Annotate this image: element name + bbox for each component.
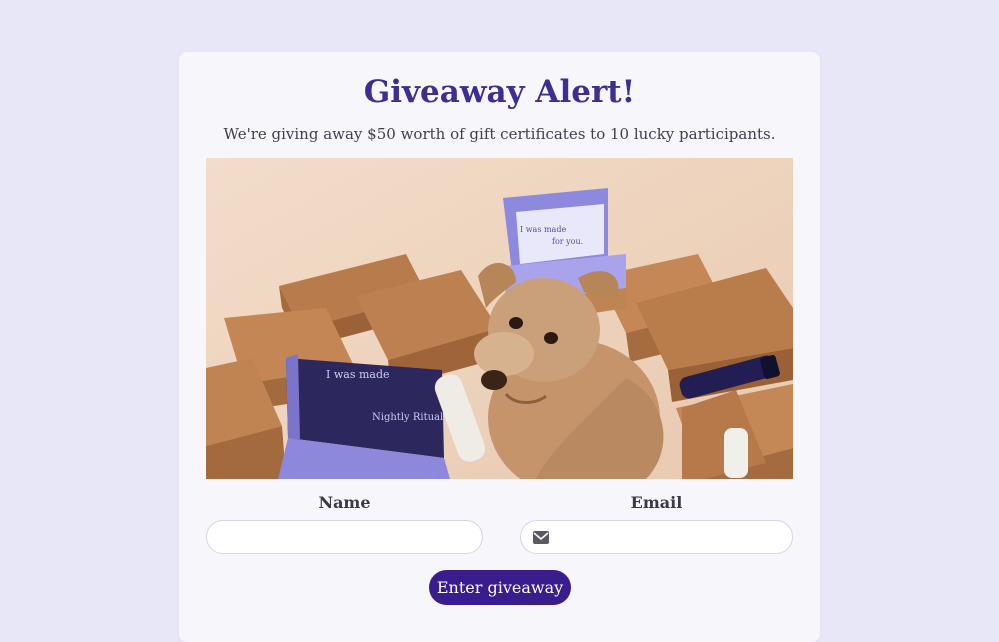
email-field-wrapper [520,520,793,554]
box-lid-text: I was made [326,368,390,381]
box-lid-text: for you. [552,237,583,246]
box-lid-text: Nightly Ritual [372,412,443,423]
giveaway-photo: I was made for you. I was made Nightly R… [206,158,793,479]
box-lid-text: I was made [520,225,566,234]
email-input[interactable] [559,521,779,553]
envelope-icon [533,531,549,544]
name-label: Name [318,493,371,512]
email-label: Email [630,493,683,512]
giveaway-card: Giveaway Alert! We're giving away $50 wo… [179,52,820,642]
giveaway-title: Giveaway Alert! [363,74,636,110]
open-gift-box: I was made Nightly Ritual [278,354,450,479]
enter-giveaway-button[interactable]: Enter giveaway [429,570,571,605]
name-field-wrapper [206,520,483,554]
name-input[interactable] [219,521,479,553]
product-tube [724,428,748,478]
giveaway-description: We're giving away $50 worth of gift cert… [223,125,776,143]
